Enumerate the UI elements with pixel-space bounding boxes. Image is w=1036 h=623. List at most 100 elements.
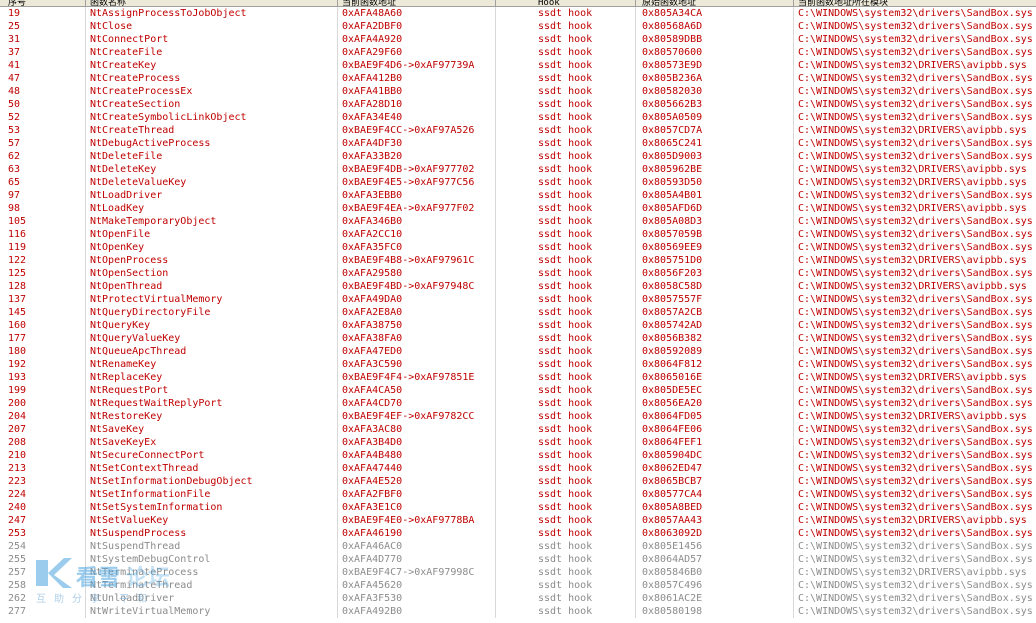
table-row[interactable]: 207 NtSaveKey 0xAFA3AC80 ssdt hook 0x8064FE0… xyxy=(0,423,1036,436)
cell-function-name: NtSetSystemInformation xyxy=(86,501,338,514)
table-row[interactable]: 53 NtCreateThread 0xBAE9F4CC->0xAF97A526 ss… xyxy=(0,124,1036,137)
table-row[interactable]: 137 NtProtectVirtualMemory 0xAFA49DA0 ssdt … xyxy=(0,293,1036,306)
cell-hook-type: ssdt hook xyxy=(496,475,636,488)
table-row[interactable]: 247 NtSetValueKey 0xBAE9F4E0->0xAF9778BA ss… xyxy=(0,514,1036,527)
cell-original-address: 0x805A34CA xyxy=(636,7,794,20)
cell-current-address: 0xAFA4D770 xyxy=(338,553,496,566)
cell-module-path: C:\WINDOWS\system32\drivers\SandBox.sys xyxy=(798,359,1033,370)
table-row[interactable]: 255 NtSystemDebugControl 0xAFA4D770 ssdt ho… xyxy=(0,553,1036,566)
cell-module-path: C:\WINDOWS\system32\DRIVERS\avipbb.sys xyxy=(798,255,1027,266)
cell-function-name: NtProtectVirtualMemory xyxy=(86,293,338,306)
table-row[interactable]: 262 NtUnloadDriver 0xAFA3F530 ssdt hook 0x80… xyxy=(0,592,1036,605)
table-row[interactable]: 116 NtOpenFile 0xAFA2CC10 ssdt hook 0x805705… xyxy=(0,228,1036,241)
table-row[interactable]: 200 NtRequestWaitReplyPort 0xAFA4CD70 ssdt … xyxy=(0,397,1036,410)
cell-hook-type: ssdt hook xyxy=(496,228,636,241)
table-row[interactable]: 258 NtTerminateThread 0xAFA45620 ssdt hook 0… xyxy=(0,579,1036,592)
cell-current-address: 0xAFA3F530 xyxy=(338,592,496,605)
table-row[interactable]: 48 NtCreateProcessEx 0xAFA41BB0 ssdt hook 0x… xyxy=(0,85,1036,98)
cell-function-name: NtSetInformationDebugObject xyxy=(86,475,338,488)
cell-hook-type: ssdt hook xyxy=(496,488,636,501)
table-row[interactable]: 50 NtCreateSection 0xAFA28D10 ssdt hook 0x80… xyxy=(0,98,1036,111)
table-row[interactable]: 208 NtSaveKeyEx 0xAFA3B4D0 ssdt hook 0x8064F… xyxy=(0,436,1036,449)
cell-function-name: NtDeleteKey xyxy=(86,163,338,176)
cell-index: 119 xyxy=(0,241,86,254)
cell-index: 204 xyxy=(0,410,86,423)
table-row[interactable]: 128 NtOpenThread 0xBAE9F4BD->0xAF97948C ssd… xyxy=(0,280,1036,293)
table-row[interactable]: 97 NtLoadDriver 0xAFA3EBB0 ssdt hook 0x805A4… xyxy=(0,189,1036,202)
cell-function-name: NtOpenThread xyxy=(86,280,338,293)
table-row[interactable]: 224 NtSetInformationFile 0xAFA2FBF0 ssdt ho… xyxy=(0,488,1036,501)
table-row[interactable]: 105 NtMakeTemporaryObject 0xAFA346B0 ssdt h… xyxy=(0,215,1036,228)
cell-hook-type: ssdt hook xyxy=(496,436,636,449)
cell-hook-type: ssdt hook xyxy=(496,254,636,267)
table-row[interactable]: 204 NtRestoreKey 0xBAE9F4EF->0xAF9782CC ssd… xyxy=(0,410,1036,423)
cell-original-address: 0x8057C496 xyxy=(636,579,794,592)
cell-original-address: 0x8056EA20 xyxy=(636,397,794,410)
table-row[interactable]: 277 NtWriteVirtualMemory 0xAFA492B0 ssdt ho… xyxy=(0,605,1036,618)
table-row[interactable]: 25 NtClose 0xAFA2DBF0 ssdt hook 0x80568A6D C:… xyxy=(0,20,1036,33)
column-header-current-address[interactable]: 当前函数地址 xyxy=(338,0,496,6)
column-header-module[interactable]: 当前函数地址所在模块 xyxy=(794,0,1036,6)
table-row[interactable]: 52 NtCreateSymbolicLinkObject 0xAFA34E40 ss… xyxy=(0,111,1036,124)
cell-current-address: 0xAFA3EBB0 xyxy=(338,189,496,202)
table-row[interactable]: 257 NtTerminateProcess 0xBAE9F4C7->0xAF979… xyxy=(0,566,1036,579)
table-row[interactable]: 37 NtCreateFile 0xAFA29F60 ssdt hook 0x80570… xyxy=(0,46,1036,59)
cell-hook-type: ssdt hook xyxy=(496,553,636,566)
table-row[interactable]: 180 NtQueueApcThread 0xAFA47ED0 ssdt hook 0x… xyxy=(0,345,1036,358)
cell-hook-type: ssdt hook xyxy=(496,306,636,319)
table-row[interactable]: 47 NtCreateProcess 0xAFA412B0 ssdt hook 0x80… xyxy=(0,72,1036,85)
cell-module-path: C:\WINDOWS\system32\drivers\SandBox.sys xyxy=(798,424,1033,435)
cell-module-path: C:\WINDOWS\system32\drivers\SandBox.sys xyxy=(798,242,1033,253)
table-row[interactable]: 122 NtOpenProcess 0xBAE9F4B8->0xAF97961C ss… xyxy=(0,254,1036,267)
cell-current-address: 0xAFA45620 xyxy=(338,579,496,592)
cell-index: 137 xyxy=(0,293,86,306)
cell-current-address: 0xAFA3B4D0 xyxy=(338,436,496,449)
cell-function-name: NtRequestPort xyxy=(86,384,338,397)
table-row[interactable]: 160 NtQueryKey 0xAFA38750 ssdt hook 0x805742… xyxy=(0,319,1036,332)
table-row[interactable]: 62 NtDeleteFile 0xAFA33B20 ssdt hook 0x805D9… xyxy=(0,150,1036,163)
table-row[interactable]: 41 NtCreateKey 0xBAE9F4D6->0xAF97739A ssdt … xyxy=(0,59,1036,72)
table-row[interactable]: 240 NtSetSystemInformation 0xAFA3E1C0 ssdt … xyxy=(0,501,1036,514)
table-row[interactable]: 254 NtSuspendThread 0xAFA46AC0 ssdt hook 0x8… xyxy=(0,540,1036,553)
table-row[interactable]: 65 NtDeleteValueKey 0xBAE9F4E5->0xAF977C56… xyxy=(0,176,1036,189)
table-row[interactable]: 63 NtDeleteKey 0xBAE9F4DB->0xAF977702 ssdt … xyxy=(0,163,1036,176)
cell-function-name: NtQueryDirectoryFile xyxy=(86,306,338,319)
cell-current-address: 0xAFA38750 xyxy=(338,319,496,332)
table-row[interactable]: 98 NtLoadKey 0xBAE9F4EA->0xAF977F02 ssdt ho… xyxy=(0,202,1036,215)
cell-module-path: C:\WINDOWS\system32\drivers\SandBox.sys xyxy=(798,320,1033,331)
table-row[interactable]: 19 NtAssignProcessToJobObject 0xAFA48A60 ss… xyxy=(0,7,1036,20)
cell-function-name: NtSuspendProcess xyxy=(86,527,338,540)
cell-index: 25 xyxy=(0,20,86,33)
table-row[interactable]: 145 NtQueryDirectoryFile 0xAFA2E8A0 ssdt ho… xyxy=(0,306,1036,319)
cell-function-name: NtCreateFile xyxy=(86,46,338,59)
column-header-hook-type[interactable]: Hook xyxy=(496,0,636,6)
table-row[interactable]: 253 NtSuspendProcess 0xAFA46190 ssdt hook 0x… xyxy=(0,527,1036,540)
cell-hook-type: ssdt hook xyxy=(496,111,636,124)
table-row[interactable]: 213 NtSetContextThread 0xAFA47440 ssdt hook… xyxy=(0,462,1036,475)
column-header-index[interactable]: 序号 xyxy=(0,0,86,6)
table-row[interactable]: 193 NtReplaceKey 0xBAE9F4F4->0xAF97851E ssd… xyxy=(0,371,1036,384)
cell-index: 255 xyxy=(0,553,86,566)
cell-index: 180 xyxy=(0,345,86,358)
column-header-function-name[interactable]: 函数名称 xyxy=(86,0,338,6)
table-row[interactable]: 119 NtOpenKey 0xAFA35FC0 ssdt hook 0x80569EE… xyxy=(0,241,1036,254)
cell-module-path: C:\WINDOWS\system32\DRIVERS\avipbb.sys xyxy=(798,567,1027,578)
cell-module-path: C:\WINDOWS\system32\drivers\SandBox.sys xyxy=(798,73,1033,84)
table-row[interactable]: 192 NtRenameKey 0xAFA3C590 ssdt hook 0x8064F… xyxy=(0,358,1036,371)
table-row[interactable]: 199 NtRequestPort 0xAFA4CA50 ssdt hook 0x805… xyxy=(0,384,1036,397)
cell-index: 247 xyxy=(0,514,86,527)
table-row[interactable]: 177 NtQueryValueKey 0xAFA38FA0 ssdt hook 0x8… xyxy=(0,332,1036,345)
cell-current-address: 0xAFA35FC0 xyxy=(338,241,496,254)
cell-module-path: C:\WINDOWS\system32\drivers\SandBox.sys xyxy=(798,385,1033,396)
cell-hook-type: ssdt hook xyxy=(496,46,636,59)
cell-module-path: C:\WINDOWS\system32\DRIVERS\avipbb.sys xyxy=(798,60,1027,71)
table-row[interactable]: 125 NtOpenSection 0xAFA29580 ssdt hook 0x805… xyxy=(0,267,1036,280)
table-row[interactable]: 31 NtConnectPort 0xAFA4A920 ssdt hook 0x8058… xyxy=(0,33,1036,46)
table-row[interactable]: 57 NtDebugActiveProcess 0xAFA4DF30 ssdt hoo… xyxy=(0,137,1036,150)
cell-index: 63 xyxy=(0,163,86,176)
cell-current-address: 0xBAE9F4EA->0xAF977F02 xyxy=(338,202,496,215)
column-header-original-address[interactable]: 原始函数地址 xyxy=(636,0,794,6)
cell-function-name: NtLoadKey xyxy=(86,202,338,215)
table-row[interactable]: 223 NtSetInformationDebugObject 0xAFA4E520… xyxy=(0,475,1036,488)
table-row[interactable]: 210 NtSecureConnectPort 0xAFA4B480 ssdt hoo… xyxy=(0,449,1036,462)
